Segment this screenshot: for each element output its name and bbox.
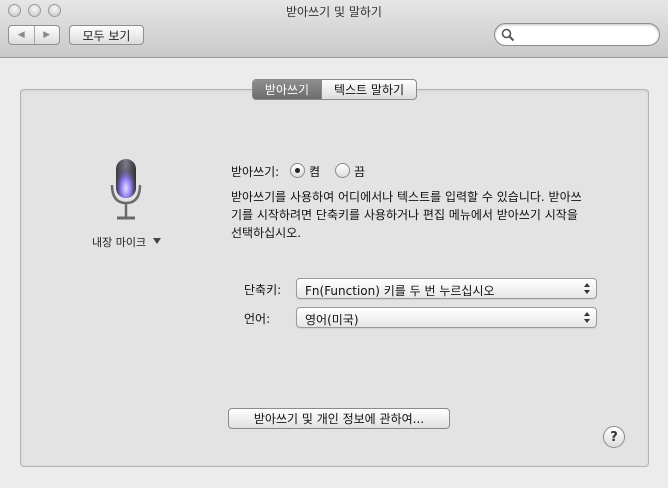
mic-source-label[interactable]: 내장 마이크	[92, 234, 146, 250]
dictation-off-label[interactable]: 끔	[354, 163, 365, 180]
description-line: 받아쓰기를 사용하여 어디에서나 텍스트를 입력할 수 있습니다. 받아쓰	[231, 190, 582, 204]
dictation-on-label[interactable]: 켬	[309, 163, 320, 180]
help-icon: ?	[610, 429, 618, 445]
shortcut-popup[interactable]: Fn(Function) 키를 두 번 누르십시오	[296, 278, 597, 299]
shortcut-value: Fn(Function) 키를 두 번 누르십시오	[305, 284, 495, 298]
forward-arrow-icon: ▶	[43, 30, 51, 40]
dictation-label: 받아쓰기:	[231, 165, 280, 179]
search-input[interactable]	[517, 26, 653, 43]
about-dictation-privacy-button[interactable]: 받아쓰기 및 개인 정보에 관하여...	[228, 408, 450, 429]
dictation-off-radio[interactable]	[335, 163, 350, 178]
mic-source-menu-icon[interactable]	[153, 238, 161, 244]
tab-text-to-speech[interactable]: 텍스트 말하기	[321, 80, 416, 99]
up-down-arrows-icon	[584, 283, 590, 294]
search-field[interactable]	[494, 23, 660, 46]
dictation-on-radio[interactable]	[290, 163, 305, 178]
back-button[interactable]: ◀	[9, 26, 34, 44]
shortcut-label: 단축키:	[244, 283, 282, 297]
back-arrow-icon: ◀	[17, 30, 25, 40]
window-toolbar: 받아쓰기 및 말하기 ◀ ▶ 모두 보기	[0, 0, 668, 58]
radio-selected-dot	[295, 168, 300, 173]
show-all-button[interactable]: 모두 보기	[69, 25, 144, 45]
up-down-arrows-icon	[584, 312, 590, 323]
window-title: 받아쓰기 및 말하기	[286, 5, 382, 19]
microphone-icon	[110, 159, 142, 220]
forward-button[interactable]: ▶	[33, 26, 60, 44]
dictation-description: 받아쓰기를 사용하여 어디에서나 텍스트를 입력할 수 있습니다. 받아쓰 기를…	[231, 188, 591, 242]
search-icon	[501, 28, 515, 42]
history-nav: ◀ ▶	[8, 25, 60, 45]
language-popup[interactable]: 영어(미국)	[296, 307, 597, 328]
help-button[interactable]: ?	[603, 426, 625, 448]
tab-dictation[interactable]: 받아쓰기	[253, 80, 321, 99]
language-label: 언어:	[244, 312, 271, 326]
language-value: 영어(미국)	[305, 313, 359, 327]
description-line: 기를 시작하려면 단축키를 사용하거나 편집 메뉴에서 받아쓰기 시작을	[231, 208, 578, 222]
tab-bar: 받아쓰기 텍스트 말하기	[252, 79, 417, 100]
description-line: 선택하십시오.	[231, 226, 302, 240]
